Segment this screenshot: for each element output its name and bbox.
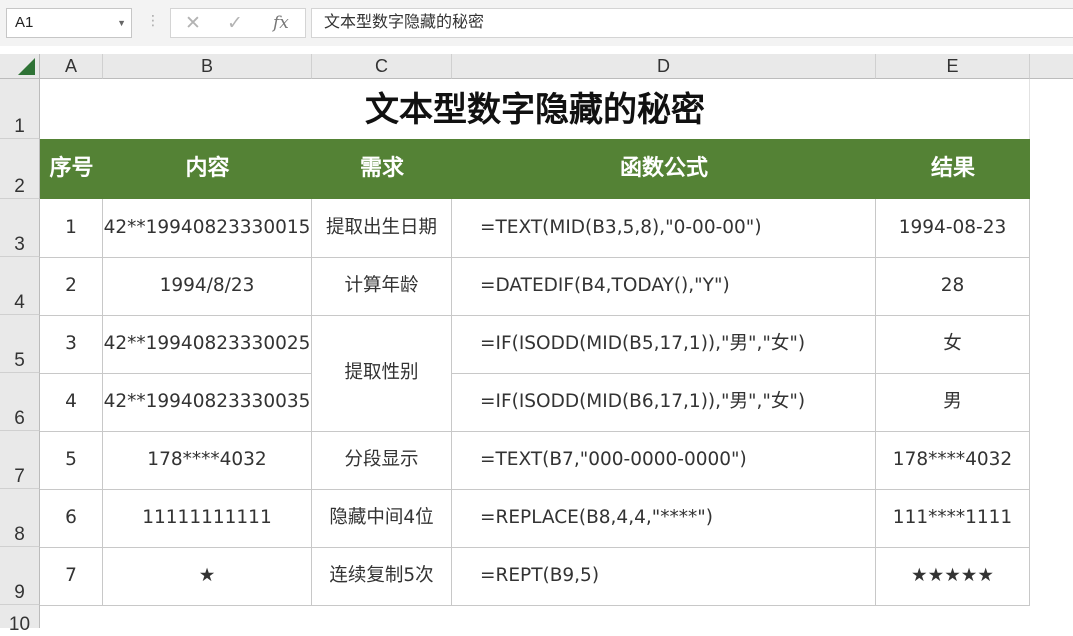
cell-c5-merged[interactable]: 提取性别	[312, 315, 451, 431]
cell-b6[interactable]: 42**19940823330035	[103, 373, 311, 431]
cell-a5[interactable]: 3	[40, 315, 102, 373]
row-number: 9	[14, 582, 25, 603]
row-header-10[interactable]: 10	[0, 605, 40, 635]
header-cell-result[interactable]: 结果	[876, 139, 1030, 199]
grid-line	[1029, 79, 1030, 139]
cell-c8[interactable]: 隐藏中间4位	[312, 489, 451, 547]
cell-e3[interactable]: 1994-08-23	[876, 199, 1029, 257]
cell-a9[interactable]: 7	[40, 547, 102, 605]
row-header-8[interactable]: 8	[0, 489, 40, 547]
cell-d9[interactable]: =REPT(B9,5)	[452, 547, 875, 605]
row-header-9[interactable]: 9	[0, 547, 40, 605]
row-header-2[interactable]: 2	[0, 139, 40, 199]
cell-a3[interactable]: 1	[40, 199, 102, 257]
cell-b9[interactable]: ★	[103, 547, 311, 605]
row-number: 8	[14, 524, 25, 545]
formula-input[interactable]: 文本型数字隐藏的秘密	[311, 8, 1073, 38]
formula-buttons: ✕ ✓ fx	[170, 8, 306, 38]
cell-d8[interactable]: =REPLACE(B8,4,4,"****")	[452, 489, 875, 547]
cell-c7[interactable]: 分段显示	[312, 431, 451, 489]
row-header-5[interactable]: 5	[0, 315, 40, 373]
cell-e4[interactable]: 28	[876, 257, 1029, 315]
column-header-b[interactable]: B	[103, 54, 312, 79]
cell-d5[interactable]: =IF(ISODD(MID(B5,17,1)),"男","女")	[452, 315, 875, 373]
cell-b3[interactable]: 42**19940823330015	[103, 199, 311, 257]
name-box-value: A1	[15, 14, 34, 31]
drag-handle-icon[interactable]: ⋮	[146, 12, 160, 29]
cell-e9[interactable]: ★★★★★	[876, 547, 1029, 605]
cell-b4[interactable]: 1994/8/23	[103, 257, 311, 315]
cell-a6[interactable]: 4	[40, 373, 102, 431]
select-all-button[interactable]	[0, 54, 40, 79]
column-header-f[interactable]	[1030, 54, 1073, 79]
cancel-icon[interactable]: ✕	[185, 12, 201, 35]
row-number: 6	[14, 408, 25, 429]
row-number: 4	[14, 292, 25, 313]
cell-e7[interactable]: 178****4032	[876, 431, 1029, 489]
cell-c9[interactable]: 连续复制5次	[312, 547, 451, 605]
formula-bar: A1 ▼ ⋮ ✕ ✓ fx 文本型数字隐藏的秘密	[0, 0, 1073, 46]
row-header-1[interactable]: 1	[0, 79, 40, 139]
row-number: 5	[14, 350, 25, 371]
cell-b5[interactable]: 42**19940823330025	[103, 315, 311, 373]
name-box[interactable]: A1 ▼	[6, 8, 132, 38]
cell-d6[interactable]: =IF(ISODD(MID(B6,17,1)),"男","女")	[452, 373, 875, 431]
insert-function-icon[interactable]: fx	[273, 13, 289, 33]
row-number: 1	[14, 116, 25, 137]
column-header-a[interactable]: A	[40, 54, 103, 79]
column-header-e[interactable]: E	[876, 54, 1030, 79]
header-cell-no[interactable]: 序号	[40, 139, 103, 199]
header-cell-formula[interactable]: 函数公式	[452, 139, 876, 199]
row-number: 7	[14, 466, 25, 487]
header-cell-content[interactable]: 内容	[103, 139, 312, 199]
cell-b7[interactable]: 178****4032	[103, 431, 311, 489]
row-number: 10	[8, 614, 31, 635]
column-header-c[interactable]: C	[312, 54, 452, 79]
cell-e6[interactable]: 男	[876, 373, 1029, 431]
sheet-title-cell[interactable]: 文本型数字隐藏的秘密	[40, 79, 1030, 139]
header-cell-need[interactable]: 需求	[312, 139, 452, 199]
cell-e8[interactable]: 111****1111	[876, 489, 1029, 547]
cell-c4[interactable]: 计算年龄	[312, 257, 451, 315]
cell-b8[interactable]: 11111111111	[103, 489, 311, 547]
check-icon[interactable]: ✓	[227, 12, 243, 35]
cell-d7[interactable]: =TEXT(B7,"000-0000-0000")	[452, 431, 875, 489]
row-header-6[interactable]: 6	[0, 373, 40, 431]
cell-a4[interactable]: 2	[40, 257, 102, 315]
grid-line	[1029, 199, 1030, 605]
cell-c3[interactable]: 提取出生日期	[312, 199, 451, 257]
row-number: 2	[14, 176, 25, 197]
cell-a7[interactable]: 5	[40, 431, 102, 489]
row-header-3[interactable]: 3	[0, 199, 40, 257]
select-all-triangle-icon	[18, 58, 35, 75]
chevron-down-icon[interactable]: ▼	[117, 9, 126, 37]
cell-a8[interactable]: 6	[40, 489, 102, 547]
row-header-7[interactable]: 7	[0, 431, 40, 489]
row-number: 3	[14, 234, 25, 255]
grid-line	[40, 605, 1030, 606]
row-header-4[interactable]: 4	[0, 257, 40, 315]
cell-d4[interactable]: =DATEDIF(B4,TODAY(),"Y")	[452, 257, 875, 315]
column-header-d[interactable]: D	[452, 54, 876, 79]
cell-e5[interactable]: 女	[876, 315, 1029, 373]
cell-d3[interactable]: =TEXT(MID(B3,5,8),"0-00-00")	[452, 199, 875, 257]
